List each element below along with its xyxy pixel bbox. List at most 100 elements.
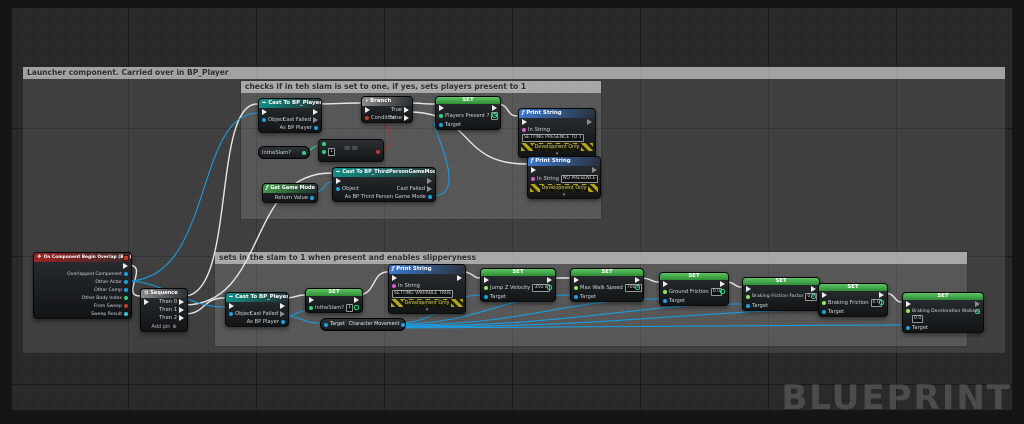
exec-out-pin[interactable] [811, 286, 816, 292]
as-gamemode-pin[interactable] [428, 195, 432, 199]
intheslam-out-pin[interactable] [302, 151, 306, 155]
then0-pin[interactable] [179, 299, 184, 305]
equals-input-a-pin[interactable] [322, 142, 326, 146]
var-out-pin[interactable] [811, 294, 816, 299]
other-body-index-pin[interactable] [124, 296, 128, 300]
target-pin[interactable] [906, 326, 910, 330]
sweep-result-pin[interactable] [124, 312, 128, 316]
exec-in-pin[interactable] [365, 107, 370, 113]
node-set-jump-z-velocity[interactable]: SET Jump Z Velocity350.0 Target [480, 268, 556, 302]
node-set-intheslam[interactable]: SET IntheSlam?1 [305, 288, 363, 313]
exec-out-pin[interactable] [492, 105, 497, 111]
node-cast-to-thirdperson-gamemode[interactable]: ➥Cast To BP_ThirdPersonGameMode Object C… [332, 167, 436, 202]
node-get-intheslam[interactable]: IntheSlam? [258, 146, 310, 159]
node-set-max-walk-speed[interactable]: SET Max Walk Speed700.0 Target [570, 268, 644, 302]
equals-result-pin[interactable] [376, 150, 380, 154]
character-movement-out-pin[interactable] [401, 323, 405, 327]
object-pin[interactable] [336, 187, 340, 191]
from-sweep-pin[interactable] [124, 304, 128, 308]
var-out-pin[interactable] [720, 289, 725, 294]
return-value-pin[interactable] [310, 196, 314, 200]
in-string-pin[interactable] [522, 128, 526, 132]
exec-out-pin[interactable] [123, 263, 128, 269]
var-out-pin[interactable] [975, 309, 980, 314]
in-string-value[interactable]: SETTING VARIABLE TRUE [392, 290, 453, 298]
exec-in-pin[interactable] [531, 167, 536, 173]
exec-in-pin[interactable] [336, 178, 341, 184]
exec-out-pin[interactable] [879, 292, 884, 298]
exec-out-pin[interactable] [457, 275, 462, 281]
other-actor-pin[interactable] [124, 280, 128, 284]
ground-friction-pin[interactable] [663, 290, 667, 294]
in-string-pin[interactable] [531, 177, 535, 181]
exec-out-pin[interactable] [587, 119, 592, 125]
exec-out-pin[interactable] [354, 297, 359, 303]
braking-deceleration-walking-value[interactable]: 0.0 [912, 315, 923, 323]
exec-in-pin[interactable] [392, 275, 397, 281]
as-bp-player-pin[interactable] [281, 320, 285, 324]
cast-failed-pin[interactable] [280, 311, 285, 317]
players-present-out-pin[interactable] [492, 113, 497, 118]
other-comp-pin[interactable] [124, 288, 128, 292]
node-print-string-no-presence[interactable]: ƒPrint String In StringNO PRESENCE Devel… [527, 156, 601, 199]
delegate-pin[interactable] [123, 255, 129, 261]
target-pin[interactable] [439, 123, 443, 127]
target-pin[interactable] [663, 299, 667, 303]
target-pin[interactable] [746, 304, 750, 308]
condition-pin[interactable] [365, 116, 369, 120]
then1-pin[interactable] [179, 307, 184, 313]
node-set-braking-friction-factor[interactable]: SET Braking Friction Factor0.0 Target [742, 277, 820, 311]
false-pin[interactable] [404, 115, 409, 121]
graph-canvas[interactable]: Launcher component. Carried over in BP_P… [0, 0, 1024, 424]
in-string-value[interactable]: NO PRESENCE [561, 175, 598, 183]
node-set-ground-friction[interactable]: SET Ground Friction0.0 Target [659, 272, 729, 306]
then2-pin[interactable] [179, 315, 184, 321]
equals-value-input[interactable]: 1 [328, 148, 335, 156]
target-pin[interactable] [822, 310, 826, 314]
exec-in-pin[interactable] [144, 299, 149, 305]
target-pin[interactable] [574, 295, 578, 299]
exec-in-pin[interactable] [229, 303, 234, 309]
exec-out-pin[interactable] [635, 277, 640, 283]
object-pin[interactable] [229, 312, 233, 316]
braking-friction-factor-pin[interactable] [746, 295, 750, 299]
node-equals[interactable]: == 1 [318, 139, 384, 162]
target-pin[interactable] [484, 295, 488, 299]
expand-arrow[interactable]: ▾ [389, 307, 465, 313]
add-pin-icon[interactable]: ⊕ [172, 324, 176, 330]
exec-out-pin[interactable] [313, 109, 318, 115]
overlapped-component-pin[interactable] [124, 272, 128, 276]
node-print-string-presence[interactable]: ƒPrint String In String SETTING PRESENCE… [518, 108, 596, 158]
exec-in-pin[interactable] [262, 109, 267, 115]
exec-out-pin[interactable] [592, 167, 597, 173]
node-on-component-begin-overlap[interactable]: ❖On Component Begin Overlap (Box) Overla… [33, 252, 132, 319]
true-pin[interactable] [404, 107, 409, 113]
node-set-braking-deceleration-walking[interactable]: SET Braking Deceleration Walking 0.0 Tar… [902, 292, 984, 333]
exec-in-pin[interactable] [663, 281, 668, 287]
exec-out-pin[interactable] [547, 277, 552, 283]
intheslam-pin[interactable] [309, 306, 313, 310]
node-set-players-present[interactable]: SET Players Present ?1 Target [435, 96, 501, 130]
node-cast-to-bp-player-top[interactable]: ➥Cast To BP_Player Object Cast Failed As… [258, 98, 322, 133]
in-string-value[interactable]: SETTING PRESENCE TO 1 [522, 134, 584, 142]
node-get-character-movement[interactable]: Target Character Movement [320, 318, 406, 331]
exec-in-pin[interactable] [906, 301, 911, 307]
max-walk-speed-pin[interactable] [574, 286, 578, 290]
node-cast-to-bp-player-bottom[interactable]: ➥Cast To BP_Player Object Cast Failed As… [225, 292, 289, 327]
exec-in-pin[interactable] [574, 277, 579, 283]
equals-input-b-pin[interactable] [322, 150, 326, 154]
var-out-pin[interactable] [879, 300, 884, 305]
var-out-pin[interactable] [547, 285, 552, 290]
as-bp-player-pin[interactable] [314, 126, 318, 130]
exec-in-pin[interactable] [484, 277, 489, 283]
braking-friction-pin[interactable] [822, 301, 826, 305]
jump-z-velocity-pin[interactable] [484, 286, 488, 290]
var-out-pin[interactable] [635, 285, 640, 290]
exec-in-pin[interactable] [822, 292, 827, 298]
object-pin[interactable] [262, 118, 266, 122]
cast-failed-pin[interactable] [313, 117, 318, 123]
add-pin-label[interactable]: Add pin [151, 324, 170, 330]
exec-out-pin[interactable] [280, 303, 285, 309]
in-string-pin[interactable] [392, 284, 396, 288]
exec-in-pin[interactable] [439, 105, 444, 111]
